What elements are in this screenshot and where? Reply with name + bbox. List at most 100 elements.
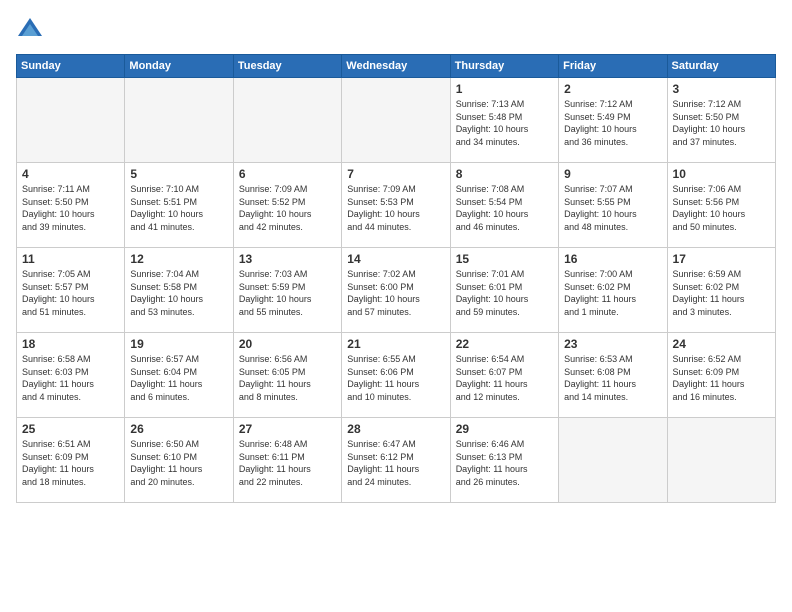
day-number: 23 <box>564 337 661 351</box>
calendar-cell: 14 Sunrise: 7:02 AMSunset: 6:00 PMDayligh… <box>342 248 450 333</box>
calendar-header-row: SundayMondayTuesdayWednesdayThursdayFrid… <box>17 55 776 78</box>
day-number: 3 <box>673 82 770 96</box>
day-header-friday: Friday <box>559 55 667 78</box>
week-row-3: 11 Sunrise: 7:05 AMSunset: 5:57 PMDayligh… <box>17 248 776 333</box>
day-number: 12 <box>130 252 227 266</box>
calendar-cell <box>125 78 233 163</box>
calendar-cell: 24 Sunrise: 6:52 AMSunset: 6:09 PMDayligh… <box>667 333 775 418</box>
calendar-cell: 2 Sunrise: 7:12 AMSunset: 5:49 PMDaylight… <box>559 78 667 163</box>
day-info: Sunrise: 7:00 AMSunset: 6:02 PMDaylight:… <box>564 268 661 318</box>
day-info: Sunrise: 6:57 AMSunset: 6:04 PMDaylight:… <box>130 353 227 403</box>
day-info: Sunrise: 7:08 AMSunset: 5:54 PMDaylight:… <box>456 183 553 233</box>
day-info: Sunrise: 6:56 AMSunset: 6:05 PMDaylight:… <box>239 353 336 403</box>
day-number: 16 <box>564 252 661 266</box>
day-number: 24 <box>673 337 770 351</box>
calendar-cell: 16 Sunrise: 7:00 AMSunset: 6:02 PMDayligh… <box>559 248 667 333</box>
day-info: Sunrise: 7:12 AMSunset: 5:49 PMDaylight:… <box>564 98 661 148</box>
day-info: Sunrise: 6:48 AMSunset: 6:11 PMDaylight:… <box>239 438 336 488</box>
calendar-cell <box>667 418 775 503</box>
day-number: 8 <box>456 167 553 181</box>
calendar-cell <box>233 78 341 163</box>
calendar-cell: 25 Sunrise: 6:51 AMSunset: 6:09 PMDayligh… <box>17 418 125 503</box>
day-info: Sunrise: 7:09 AMSunset: 5:53 PMDaylight:… <box>347 183 444 233</box>
day-number: 27 <box>239 422 336 436</box>
calendar-cell: 9 Sunrise: 7:07 AMSunset: 5:55 PMDaylight… <box>559 163 667 248</box>
page-header <box>16 16 776 44</box>
day-info: Sunrise: 6:54 AMSunset: 6:07 PMDaylight:… <box>456 353 553 403</box>
day-info: Sunrise: 6:52 AMSunset: 6:09 PMDaylight:… <box>673 353 770 403</box>
day-info: Sunrise: 7:04 AMSunset: 5:58 PMDaylight:… <box>130 268 227 318</box>
day-header-monday: Monday <box>125 55 233 78</box>
day-number: 28 <box>347 422 444 436</box>
day-info: Sunrise: 7:07 AMSunset: 5:55 PMDaylight:… <box>564 183 661 233</box>
calendar-cell: 28 Sunrise: 6:47 AMSunset: 6:12 PMDayligh… <box>342 418 450 503</box>
day-number: 6 <box>239 167 336 181</box>
calendar-cell: 13 Sunrise: 7:03 AMSunset: 5:59 PMDayligh… <box>233 248 341 333</box>
calendar-cell: 3 Sunrise: 7:12 AMSunset: 5:50 PMDaylight… <box>667 78 775 163</box>
day-number: 29 <box>456 422 553 436</box>
logo-icon <box>16 16 44 44</box>
calendar-cell: 22Sunrise: 6:54 AMSunset: 6:07 PMDayligh… <box>450 333 558 418</box>
day-info: Sunrise: 7:05 AMSunset: 5:57 PMDaylight:… <box>22 268 119 318</box>
day-info: Sunrise: 6:58 AMSunset: 6:03 PMDaylight:… <box>22 353 119 403</box>
day-number: 21 <box>347 337 444 351</box>
calendar-cell: 23 Sunrise: 6:53 AMSunset: 6:08 PMDayligh… <box>559 333 667 418</box>
day-number: 14 <box>347 252 444 266</box>
day-info: Sunrise: 6:53 AMSunset: 6:08 PMDaylight:… <box>564 353 661 403</box>
calendar-cell: 19 Sunrise: 6:57 AMSunset: 6:04 PMDayligh… <box>125 333 233 418</box>
day-number: 7 <box>347 167 444 181</box>
day-number: 2 <box>564 82 661 96</box>
week-row-4: 18Sunrise: 6:58 AMSunset: 6:03 PMDayligh… <box>17 333 776 418</box>
calendar-cell: 18Sunrise: 6:58 AMSunset: 6:03 PMDayligh… <box>17 333 125 418</box>
day-header-saturday: Saturday <box>667 55 775 78</box>
calendar-cell: 21Sunrise: 6:55 AMSunset: 6:06 PMDayligh… <box>342 333 450 418</box>
day-info: Sunrise: 7:13 AMSunset: 5:48 PMDaylight:… <box>456 98 553 148</box>
day-info: Sunrise: 6:50 AMSunset: 6:10 PMDaylight:… <box>130 438 227 488</box>
day-header-wednesday: Wednesday <box>342 55 450 78</box>
day-header-tuesday: Tuesday <box>233 55 341 78</box>
day-info: Sunrise: 6:47 AMSunset: 6:12 PMDaylight:… <box>347 438 444 488</box>
calendar-cell <box>17 78 125 163</box>
calendar-cell: 12 Sunrise: 7:04 AMSunset: 5:58 PMDayligh… <box>125 248 233 333</box>
calendar-cell: 8 Sunrise: 7:08 AMSunset: 5:54 PMDaylight… <box>450 163 558 248</box>
day-number: 19 <box>130 337 227 351</box>
day-info: Sunrise: 7:09 AMSunset: 5:52 PMDaylight:… <box>239 183 336 233</box>
day-number: 26 <box>130 422 227 436</box>
calendar-cell: 15Sunrise: 7:01 AMSunset: 6:01 PMDayligh… <box>450 248 558 333</box>
day-number: 1 <box>456 82 553 96</box>
calendar-cell: 5 Sunrise: 7:10 AMSunset: 5:51 PMDaylight… <box>125 163 233 248</box>
calendar-cell: 6 Sunrise: 7:09 AMSunset: 5:52 PMDaylight… <box>233 163 341 248</box>
calendar-cell <box>559 418 667 503</box>
day-info: Sunrise: 7:12 AMSunset: 5:50 PMDaylight:… <box>673 98 770 148</box>
week-row-2: 4Sunrise: 7:11 AMSunset: 5:50 PMDaylight… <box>17 163 776 248</box>
day-number: 10 <box>673 167 770 181</box>
day-number: 17 <box>673 252 770 266</box>
day-info: Sunrise: 6:51 AMSunset: 6:09 PMDaylight:… <box>22 438 119 488</box>
day-number: 11 <box>22 252 119 266</box>
calendar-cell: 7 Sunrise: 7:09 AMSunset: 5:53 PMDaylight… <box>342 163 450 248</box>
day-info: Sunrise: 7:02 AMSunset: 6:00 PMDaylight:… <box>347 268 444 318</box>
calendar-table: SundayMondayTuesdayWednesdayThursdayFrid… <box>16 54 776 503</box>
week-row-1: 1 Sunrise: 7:13 AMSunset: 5:48 PMDaylight… <box>17 78 776 163</box>
calendar-cell: 11 Sunrise: 7:05 AMSunset: 5:57 PMDayligh… <box>17 248 125 333</box>
day-header-sunday: Sunday <box>17 55 125 78</box>
calendar-cell: 27 Sunrise: 6:48 AMSunset: 6:11 PMDayligh… <box>233 418 341 503</box>
day-info: Sunrise: 7:03 AMSunset: 5:59 PMDaylight:… <box>239 268 336 318</box>
calendar-cell <box>342 78 450 163</box>
day-number: 9 <box>564 167 661 181</box>
calendar-cell: 26 Sunrise: 6:50 AMSunset: 6:10 PMDayligh… <box>125 418 233 503</box>
calendar-cell: 29Sunrise: 6:46 AMSunset: 6:13 PMDayligh… <box>450 418 558 503</box>
day-number: 5 <box>130 167 227 181</box>
day-info: Sunrise: 7:06 AMSunset: 5:56 PMDaylight:… <box>673 183 770 233</box>
week-row-5: 25 Sunrise: 6:51 AMSunset: 6:09 PMDayligh… <box>17 418 776 503</box>
day-number: 13 <box>239 252 336 266</box>
day-info: Sunrise: 7:10 AMSunset: 5:51 PMDaylight:… <box>130 183 227 233</box>
calendar-cell: 1 Sunrise: 7:13 AMSunset: 5:48 PMDaylight… <box>450 78 558 163</box>
logo <box>16 16 48 44</box>
day-number: 25 <box>22 422 119 436</box>
day-number: 4 <box>22 167 119 181</box>
calendar-cell: 20Sunrise: 6:56 AMSunset: 6:05 PMDayligh… <box>233 333 341 418</box>
calendar-cell: 4Sunrise: 7:11 AMSunset: 5:50 PMDaylight… <box>17 163 125 248</box>
calendar-cell: 17 Sunrise: 6:59 AMSunset: 6:02 PMDayligh… <box>667 248 775 333</box>
day-info: Sunrise: 6:59 AMSunset: 6:02 PMDaylight:… <box>673 268 770 318</box>
